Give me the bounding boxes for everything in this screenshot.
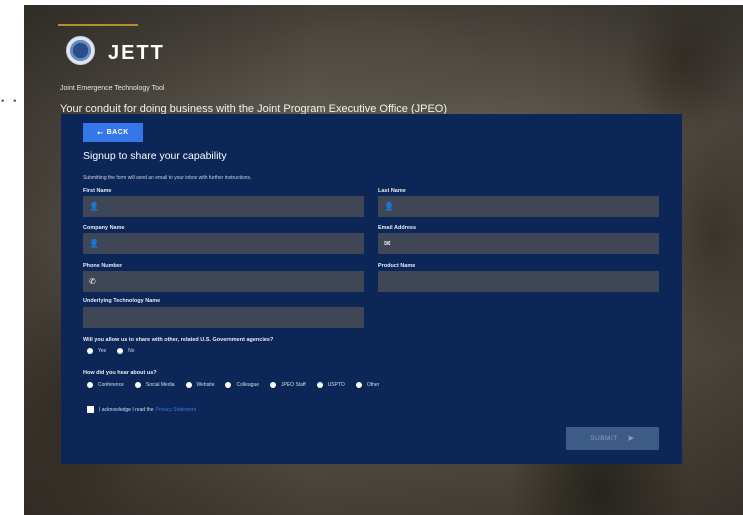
share-option-no[interactable]: No <box>117 348 135 354</box>
form-note: Submitting the form will send an email t… <box>83 175 252 181</box>
hear-option-label: USPTO <box>327 382 345 388</box>
product-name-label: Product Name <box>378 263 416 269</box>
product-name-field[interactable] <box>378 271 659 292</box>
company-name-field[interactable]: 👤 <box>83 233 364 254</box>
email-label: Email Address <box>378 225 417 231</box>
hear-option-conference[interactable]: Conference <box>87 382 124 388</box>
hear-question: How did you hear about us? <box>83 370 157 376</box>
submit-button[interactable]: SUBMIT ➤ <box>566 427 659 450</box>
phone-field[interactable]: ✆ <box>83 271 364 292</box>
hear-option-colleague[interactable]: Colleague <box>225 382 259 388</box>
hear-option-website[interactable]: Website <box>185 382 215 388</box>
back-label: BACK <box>106 129 129 136</box>
submit-label: SUBMIT <box>590 435 618 442</box>
phone-icon: ✆ <box>89 277 96 286</box>
share-option-label: Yes <box>98 348 107 354</box>
radio-icon <box>134 382 141 388</box>
hear-option-jpeo-staff[interactable]: JPEO Staff <box>270 382 306 388</box>
checkbox-icon[interactable] <box>87 406 94 413</box>
hear-option-uspto[interactable]: USPTO <box>316 382 345 388</box>
phone-label: Phone Number <box>83 263 123 269</box>
hear-option-label: Website <box>196 382 215 388</box>
side-dots: • • <box>0 97 20 107</box>
email-field[interactable]: ✉ <box>378 233 659 254</box>
header-accent-line <box>58 24 138 26</box>
person-icon: 👤 <box>89 239 99 248</box>
hear-radio-group: Conference Social Media Website Colleagu… <box>87 382 390 388</box>
jett-logo-icon <box>66 36 95 65</box>
radio-icon <box>316 382 323 388</box>
radio-icon <box>270 382 277 388</box>
share-question: Will you allow us to share with other, r… <box>83 337 274 343</box>
send-icon: ➤ <box>626 433 635 444</box>
radio-icon <box>225 382 232 388</box>
form-title: Signup to share your capability <box>83 150 227 162</box>
hear-option-other[interactable]: Other <box>355 382 380 388</box>
logo-text: JETT <box>108 42 165 64</box>
radio-icon <box>185 382 192 388</box>
hear-option-label: Social Media <box>145 382 175 388</box>
company-name-label: Company Name <box>83 225 125 231</box>
radio-icon <box>117 348 124 354</box>
hear-option-social-media[interactable]: Social Media <box>134 382 175 388</box>
acknowledge-checkbox-row[interactable]: I acknowledge I read the Privacy Stateme… <box>87 406 196 413</box>
hear-option-label: Conference <box>98 382 124 388</box>
signup-form-panel: ← BACK Signup to share your capability S… <box>61 114 682 464</box>
tool-name: Joint Emergence Technology Tool <box>60 85 165 92</box>
share-option-label: No <box>128 348 135 354</box>
hear-option-label: JPEO Staff <box>281 382 306 388</box>
arrow-left-icon: ← <box>97 128 104 137</box>
first-name-label: First Name <box>83 188 112 194</box>
share-option-yes[interactable]: Yes <box>87 348 106 354</box>
last-name-field[interactable]: 👤 <box>378 196 659 217</box>
radio-icon <box>355 382 362 388</box>
first-name-field[interactable]: 👤 <box>83 196 364 217</box>
person-icon: 👤 <box>89 202 99 211</box>
person-icon: 👤 <box>384 202 394 211</box>
hear-option-label: Other <box>366 382 380 388</box>
radio-icon <box>87 348 93 354</box>
technology-name-field[interactable] <box>83 307 364 328</box>
acknowledge-text: I acknowledge I read the <box>99 406 154 413</box>
radio-icon <box>87 382 93 388</box>
privacy-statement-link[interactable]: Privacy Statement <box>155 407 196 413</box>
hear-option-label: Colleague <box>236 382 260 388</box>
share-radio-group: Yes No <box>87 348 146 354</box>
envelope-icon: ✉ <box>384 239 391 248</box>
back-button[interactable]: ← BACK <box>83 123 143 142</box>
page-margin <box>0 0 24 515</box>
technology-name-label: Underlying Technology Name <box>83 298 161 304</box>
last-name-label: Last Name <box>378 188 406 194</box>
